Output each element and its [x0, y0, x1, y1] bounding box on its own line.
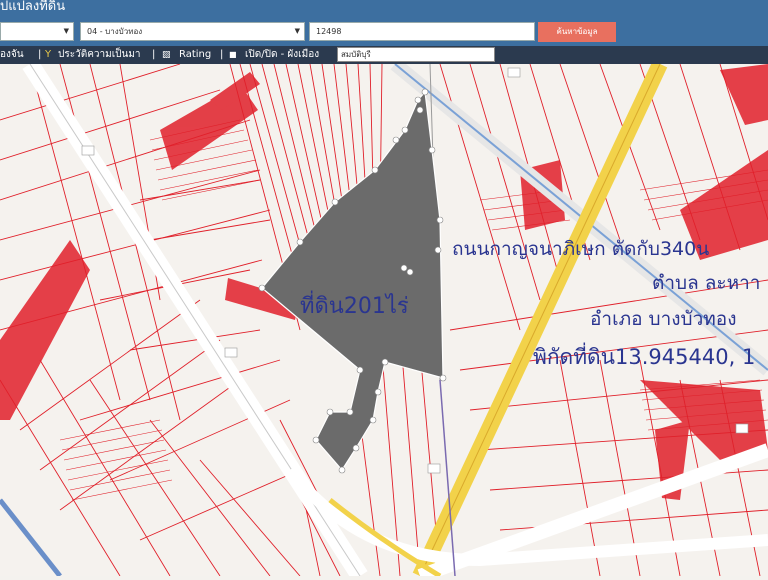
chevron-down-icon: ▼: [294, 27, 300, 35]
cadastral-map[interactable]: ที่ดิน201ไร่ ถนนกาญจนาภิเษก ตัดกับ340น ต…: [0, 58, 768, 580]
toolbar-item-1[interactable]: องจัน: [0, 46, 24, 64]
chevron-down-icon: ▼: [63, 27, 69, 35]
province-select[interactable]: ▼: [0, 22, 74, 41]
chart-icon: ▨: [162, 50, 171, 60]
road-annotation: ถนนกาญจนาภิเษก ตัดกับ340น: [452, 238, 710, 260]
district-select-value: 04 - บางบัวทอง: [87, 27, 143, 36]
zoning-toggle[interactable]: เปิด/ปิด - ผังเมือง: [245, 46, 319, 64]
history-icon: Y: [45, 49, 52, 60]
area-annotation: ที่ดิน201ไร่: [300, 294, 409, 319]
search-button[interactable]: ค้นหาข้อมูล: [538, 22, 616, 42]
divider: |: [152, 49, 156, 60]
subdistrict-annotation: ตำบล ละหาา: [652, 272, 761, 294]
checkbox-icon[interactable]: ■: [229, 46, 237, 64]
coordinates-annotation: พิกัดที่ดิน13.945440, 1: [533, 345, 756, 369]
parcel-number-input[interactable]: 12498: [309, 22, 535, 41]
page-title: ปแปลงที่ดิน: [0, 0, 66, 14]
divider: |: [38, 49, 42, 60]
top-bar: ปแปลงที่ดิน ▼ 04 - บางบัวทอง ▼ 12498 ค้นห…: [0, 0, 768, 46]
rating-link[interactable]: Rating: [179, 46, 211, 64]
history-link[interactable]: ประวัติความเป็นมา: [58, 46, 141, 64]
district-annotation: อำเภอ บางบัวทอง: [590, 308, 737, 330]
location-input[interactable]: สมบัติบุรี: [337, 47, 495, 62]
parcel-number-value: 12498: [316, 27, 342, 36]
divider: |: [220, 49, 224, 60]
district-select[interactable]: 04 - บางบัวทอง ▼: [80, 22, 305, 41]
